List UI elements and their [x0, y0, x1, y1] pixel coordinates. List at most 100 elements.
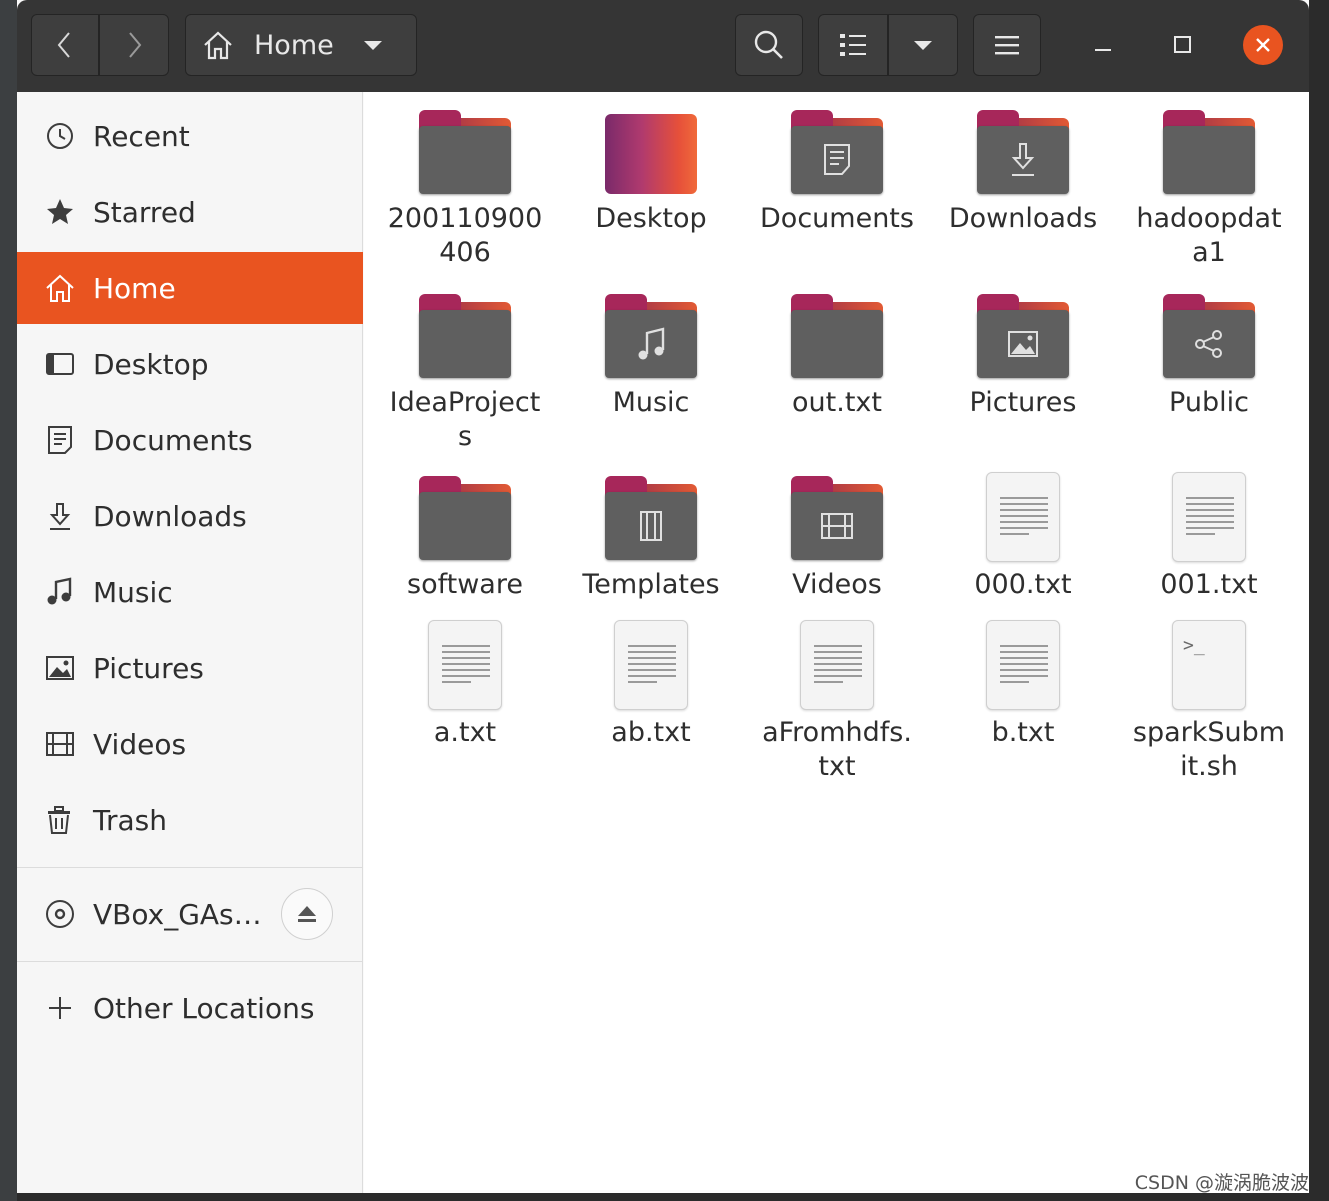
sidebar-item-device[interactable]: VBox_GAs…	[17, 878, 363, 950]
file-name-line: software	[407, 569, 523, 600]
sidebar-item-other-locations[interactable]: Other Locations	[17, 972, 363, 1044]
file-name-line: Public	[1169, 387, 1249, 418]
file-item[interactable]: 001.txt	[1124, 472, 1294, 602]
script-file-icon: >_	[1172, 620, 1246, 710]
sidebar-item-label: Starred	[93, 195, 196, 229]
disc-icon	[45, 899, 75, 929]
forward-button[interactable]	[99, 14, 169, 76]
eject-button[interactable]	[281, 888, 333, 940]
file-name-line: IdeaProject	[389, 387, 541, 418]
folder-item[interactable]: 200110900 406	[380, 110, 550, 270]
sidebar-item-label: Documents	[93, 423, 253, 457]
video-icon	[45, 729, 75, 759]
file-name-line: Desktop	[595, 203, 707, 234]
file-name-line: a.txt	[433, 717, 497, 748]
file-item[interactable]: b.txt	[938, 620, 1108, 750]
view-mode-button[interactable]	[818, 14, 888, 76]
maximize-button[interactable]	[1160, 22, 1206, 68]
video-icon	[821, 513, 853, 539]
file-item[interactable]: a.txt	[380, 620, 550, 750]
text-file-icon	[986, 620, 1060, 710]
document-icon	[45, 425, 75, 455]
folder-icon	[605, 294, 697, 378]
sidebar-separator	[17, 867, 363, 868]
file-name-line: hadoopdat	[1136, 203, 1282, 234]
path-label: Home	[254, 29, 334, 61]
folder-icon	[977, 294, 1069, 378]
file-item[interactable]: 000.txt	[938, 472, 1108, 602]
file-name-line: Pictures	[969, 387, 1077, 418]
home-icon	[45, 273, 75, 303]
folder-item[interactable]: Templates	[566, 476, 736, 602]
sidebar-item-label: Pictures	[93, 651, 204, 685]
desktop-folder-icon	[605, 114, 697, 194]
file-item[interactable]: aFromhdfs. txt	[752, 620, 922, 784]
sidebar-item-starred[interactable]: Starred	[17, 176, 363, 248]
sidebar-item-trash[interactable]: Trash	[17, 784, 363, 856]
search-icon	[754, 30, 783, 59]
chevron-left-icon	[57, 32, 70, 58]
folder-item[interactable]: Desktop	[566, 114, 736, 236]
sidebar-item-label: Trash	[93, 803, 167, 837]
file-name-line: it.sh	[1180, 751, 1238, 782]
plus-icon	[45, 993, 75, 1023]
file-name-line: a1	[1192, 237, 1226, 268]
sidebar-item-recent[interactable]: Recent	[17, 100, 363, 172]
folder-icon	[791, 476, 883, 560]
sidebar-item-pictures[interactable]: Pictures	[17, 632, 363, 704]
close-icon	[1243, 25, 1283, 65]
download-icon	[45, 501, 75, 531]
file-item[interactable]: ab.txt	[566, 620, 736, 750]
folder-icon	[791, 294, 883, 378]
text-file-icon	[614, 620, 688, 710]
file-name-line: Downloads	[948, 203, 1098, 234]
sidebar-item-label: Videos	[93, 727, 187, 761]
search-button[interactable]	[735, 14, 803, 76]
sidebar-separator	[17, 961, 363, 962]
file-name-line: 200110900	[387, 203, 543, 234]
file-name-line: sparkSubm	[1132, 717, 1286, 748]
minimize-button[interactable]	[1080, 22, 1126, 68]
sidebar-item-desktop[interactable]: Desktop	[17, 328, 363, 400]
file-name-line: Templates	[582, 569, 720, 600]
watermark: CSDN @漩涡脆波波	[1134, 1172, 1309, 1194]
folder-item[interactable]: Downloads	[938, 110, 1108, 236]
close-button[interactable]	[1240, 22, 1286, 68]
sidebar-item-music[interactable]: Music	[17, 556, 363, 628]
folder-item[interactable]: software	[380, 476, 550, 602]
folder-item[interactable]: Public	[1124, 294, 1294, 420]
folder-item[interactable]: Music	[566, 294, 736, 420]
music-icon	[45, 577, 75, 607]
file-name-line: 406	[439, 237, 491, 268]
sidebar-item-label: VBox_GAs…	[93, 897, 262, 931]
view-options-button[interactable]	[888, 14, 958, 76]
folder-icon	[791, 110, 883, 194]
folder-item[interactable]: IdeaProject s	[380, 294, 550, 454]
folder-item[interactable]: out.txt	[752, 294, 922, 420]
places-sidebar: Recent Starred Home Desktop Documents Do…	[17, 92, 363, 1193]
music-icon	[638, 327, 665, 360]
file-item[interactable]: >_ sparkSubm it.sh	[1124, 620, 1294, 784]
background-ide-left	[0, 0, 17, 1201]
file-name-line: out.txt	[792, 387, 882, 418]
file-name-line: Music	[612, 387, 690, 418]
trash-icon	[45, 805, 75, 835]
folder-item[interactable]: Videos	[752, 476, 922, 602]
menu-button[interactable]	[973, 14, 1041, 76]
back-button[interactable]	[31, 14, 99, 76]
sidebar-item-videos[interactable]: Videos	[17, 708, 363, 780]
path-bar-home[interactable]: Home	[185, 14, 417, 76]
folder-icon	[605, 476, 697, 560]
sidebar-item-downloads[interactable]: Downloads	[17, 480, 363, 552]
sidebar-item-label: Recent	[93, 119, 190, 153]
maximize-icon	[1174, 36, 1191, 53]
folder-item[interactable]: hadoopdat a1	[1124, 110, 1294, 270]
picture-icon	[45, 653, 75, 683]
chevron-down-icon	[914, 41, 932, 50]
folder-item[interactable]: Pictures	[938, 294, 1108, 420]
background-ide-right	[1308, 0, 1329, 1201]
sidebar-item-documents[interactable]: Documents	[17, 404, 363, 476]
folder-item[interactable]: Documents	[752, 110, 922, 236]
sidebar-item-home[interactable]: Home	[17, 252, 363, 324]
eject-icon	[298, 906, 316, 922]
